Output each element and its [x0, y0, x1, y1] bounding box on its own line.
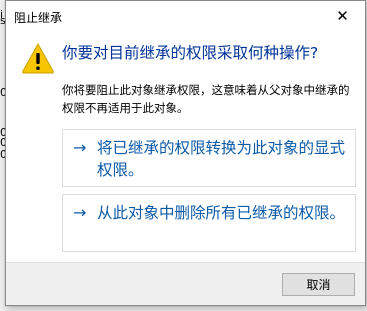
- remove-inherited-permissions-button[interactable]: → 从此对象中删除所有已继承的权限。: [62, 194, 356, 252]
- title-bar: 阻止继承 ✕: [6, 1, 365, 32]
- question-heading: 你要对目前继承的权限采取何种操作?: [62, 44, 319, 62]
- dialog-footer: 取消: [6, 262, 365, 305]
- dialog-title: 阻止继承: [14, 11, 63, 25]
- warning-triangle-icon: [22, 42, 54, 74]
- close-button[interactable]: ✕: [320, 1, 365, 31]
- block-inheritance-dialog: 阻止继承 ✕ 你要对目前继承的权限采取何种操作? 你将要阻止此对象继承权限，这意…: [5, 0, 366, 306]
- close-icon: ✕: [336, 7, 349, 25]
- arrow-right-icon: →: [73, 203, 87, 222]
- convert-inherited-permissions-button[interactable]: → 将已继承的权限转换为此对象的显式权限。: [62, 129, 356, 187]
- arrow-right-icon: →: [73, 138, 87, 157]
- command-label: 将已继承的权限转换为此对象的显式权限。: [97, 139, 346, 179]
- command-label: 从此对象中删除所有已继承的权限。: [97, 204, 346, 222]
- cancel-button[interactable]: 取消: [282, 273, 355, 296]
- description-text: 你将要阻止此对象继承权限，这意味着从父对象中继承的权限不再适用于此对象。: [62, 83, 350, 115]
